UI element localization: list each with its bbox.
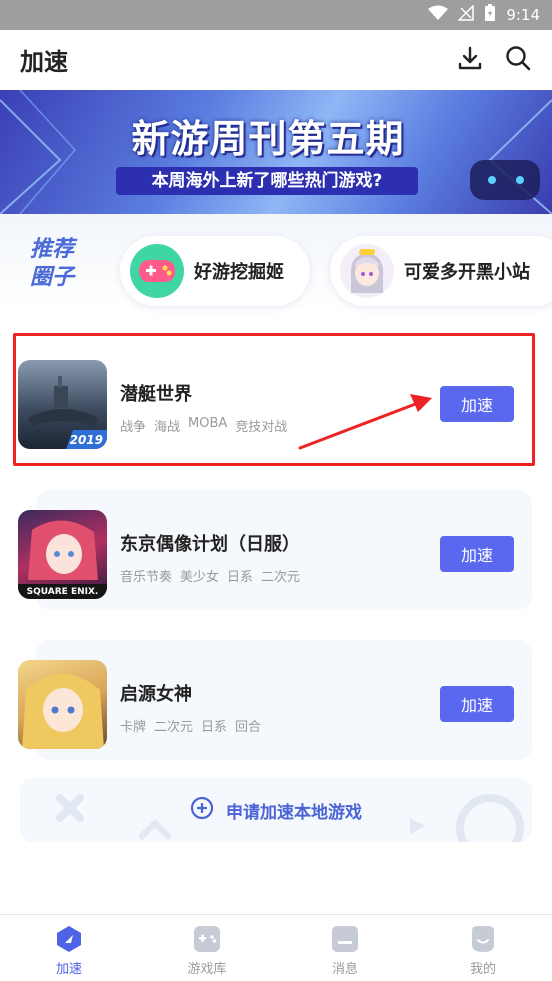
promo-banner[interactable]: 新游周刊第五期 本周海外上新了哪些热门游戏? (0, 90, 552, 214)
download-icon (457, 45, 483, 75)
game-tag: 音乐节奏 (120, 570, 173, 585)
recommend-section: 推荐 圈子 好游挖掘姬 可爱多开黑小站 (0, 214, 552, 310)
message-icon (331, 925, 359, 953)
game-tag: 卡牌 (120, 720, 147, 735)
accelerate-button[interactable]: 加速 (440, 536, 514, 572)
game-name: 东京偶像计划（日服） (120, 534, 300, 555)
game-icon (18, 660, 107, 749)
banner-title: 新游周刊第五期 (131, 117, 405, 161)
game-card-qiyuan[interactable]: 启源女神 卡牌 二次元 日系 回合 加速 (18, 640, 534, 760)
game-card-tokyo-idol[interactable]: SQUARE ENIX. 东京偶像计划（日服） 音乐节奏 美少女 日系 二次元 … (18, 490, 534, 610)
recommend-item-keai[interactable]: 可爱多开黑小站 (330, 236, 552, 306)
anime-girl-icon (18, 520, 107, 599)
game-name: 启源女神 (120, 684, 192, 705)
game-tag: 日系 (227, 570, 254, 585)
accelerate-button[interactable]: 加速 (440, 686, 514, 722)
search-icon (505, 45, 531, 75)
recommend-item-label: 可爱多开黑小站 (404, 262, 530, 283)
goddess-icon (22, 674, 104, 749)
nav-label: 游戏库 (187, 962, 227, 977)
highlight-box (13, 333, 535, 466)
game-tags: 卡牌 二次元 日系 回合 (120, 716, 261, 735)
status-bar: 9:14 (0, 0, 552, 30)
request-content: 申请加速本地游戏 (20, 778, 532, 842)
signal-icon (457, 4, 475, 25)
game-badge: SQUARE ENIX. (26, 587, 99, 597)
battery-icon (484, 4, 496, 26)
request-local-game-button[interactable]: 申请加速本地游戏 (20, 778, 532, 842)
wifi-icon (428, 5, 449, 25)
recommend-label: 推荐 圈子 (30, 236, 90, 292)
nav-label: 消息 (331, 962, 358, 977)
status-time: 9:14 (506, 6, 540, 24)
nav-item-accelerate[interactable]: 加速 (0, 915, 138, 981)
game-tag: 日系 (201, 720, 228, 735)
game-tag: 二次元 (154, 720, 194, 735)
download-button[interactable] (453, 43, 487, 77)
recommend-label-line1: 推荐 (30, 237, 75, 262)
game-tag: 二次元 (261, 570, 301, 585)
bottom-nav: 加速 游戏库 消息 我的 (0, 914, 552, 981)
game-tag: 回合 (235, 720, 262, 735)
recommend-item-label: 好游挖掘姬 (194, 262, 284, 283)
game-icon: SQUARE ENIX. (18, 510, 107, 599)
rocket-icon (55, 925, 83, 953)
gamepad-avatar-icon (130, 244, 184, 298)
nav-label: 加速 (55, 962, 82, 977)
profile-icon (469, 925, 497, 953)
status-icons: 9:14 (428, 4, 540, 26)
request-label: 申请加速本地游戏 (226, 802, 362, 823)
page-title: 加速 (20, 48, 68, 76)
anime-girl-avatar-icon (340, 244, 394, 298)
search-button[interactable] (501, 43, 535, 77)
game-tag: 美少女 (180, 570, 220, 585)
plus-circle-icon (190, 796, 214, 824)
nav-label: 我的 (469, 962, 496, 977)
app-header: 加速 (0, 30, 552, 90)
nav-item-messages[interactable]: 消息 (276, 915, 414, 981)
gamepad-icon (193, 925, 221, 953)
game-tags: 音乐节奏 美少女 日系 二次元 (120, 566, 300, 585)
nav-item-profile[interactable]: 我的 (414, 915, 552, 981)
recommend-label-line2: 圈子 (30, 265, 75, 290)
banner-subtitle: 本周海外上新了哪些热门游戏? (116, 167, 418, 195)
recommend-item-haoyou[interactable]: 好游挖掘姬 (120, 236, 310, 306)
nav-item-game-library[interactable]: 游戏库 (138, 915, 276, 981)
